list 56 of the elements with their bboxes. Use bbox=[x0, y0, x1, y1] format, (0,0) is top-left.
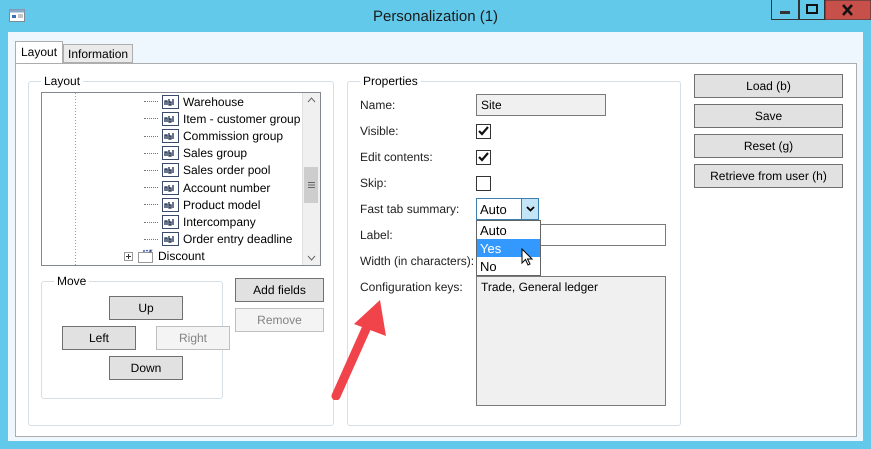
text-field-icon bbox=[162, 146, 179, 160]
field-label: Label: bbox=[360, 227, 394, 244]
field-label: Fast tab summary: bbox=[360, 201, 460, 218]
text-field-icon bbox=[162, 180, 179, 195]
tree-item[interactable]: Commission group bbox=[183, 129, 284, 143]
grip-icon[interactable] bbox=[308, 182, 314, 188]
close-icon[interactable] bbox=[825, 0, 871, 20]
field-label: Edit contents: bbox=[360, 149, 434, 166]
name-field[interactable]: Site bbox=[476, 94, 606, 116]
action-button[interactable]: Load (b) bbox=[694, 74, 843, 98]
mouse-pointer-icon bbox=[521, 248, 533, 266]
maximize-icon[interactable] bbox=[799, 0, 825, 20]
checkbox[interactable] bbox=[476, 150, 491, 164]
text-field-icon bbox=[162, 129, 179, 143]
minimize-icon[interactable] bbox=[771, 0, 799, 20]
field-label: Visible: bbox=[360, 123, 400, 140]
move-up-button[interactable]: Up bbox=[109, 296, 183, 320]
tree-item[interactable]: Sales group bbox=[183, 146, 248, 160]
move-left-button[interactable]: Left bbox=[62, 326, 136, 350]
window-icon bbox=[9, 9, 25, 22]
tree-item[interactable]: Product model bbox=[183, 198, 260, 212]
chevron-down-icon bbox=[526, 206, 534, 212]
tree-item[interactable]: Order entry deadline bbox=[183, 232, 292, 246]
tree-item[interactable]: Account number bbox=[183, 180, 270, 195]
action-button[interactable]: Reset (g) bbox=[694, 134, 843, 158]
tree-item[interactable]: Discount bbox=[158, 249, 205, 264]
text-field-icon bbox=[162, 215, 179, 230]
scrollbar[interactable] bbox=[302, 93, 320, 265]
field-label: Skip: bbox=[360, 175, 388, 192]
tree-item[interactable]: Item - customer group bbox=[183, 112, 300, 126]
field-label: Configuration keys: bbox=[360, 279, 464, 296]
table-group-icon bbox=[137, 249, 154, 264]
tab[interactable]: Layout bbox=[15, 41, 64, 63]
expand-icon[interactable] bbox=[124, 252, 133, 261]
checkbox[interactable] bbox=[476, 176, 491, 190]
action-button[interactable]: Save bbox=[694, 104, 843, 128]
text-field-icon bbox=[162, 112, 179, 126]
field-button[interactable]: Add fields bbox=[235, 278, 324, 302]
tab[interactable]: Information bbox=[63, 44, 134, 63]
move-down-button[interactable]: Down bbox=[109, 356, 183, 380]
tree-item[interactable]: Intercompany bbox=[183, 215, 256, 230]
field-label: Width (in characters): bbox=[360, 253, 476, 270]
tree-item[interactable]: Warehouse bbox=[183, 94, 244, 109]
text-field-icon bbox=[162, 94, 179, 109]
checkbox[interactable] bbox=[476, 124, 491, 138]
text-field-icon bbox=[162, 198, 179, 212]
group-title: Properties bbox=[362, 74, 419, 88]
field-label: Name: bbox=[360, 97, 396, 114]
action-button[interactable]: Retrieve from user (h) bbox=[694, 164, 843, 188]
text-field-icon bbox=[162, 163, 179, 178]
tree-item[interactable]: Sales order pool bbox=[183, 163, 270, 178]
configuration-keys-field: Trade, General ledger bbox=[476, 276, 666, 406]
window-title: Personalization (1) bbox=[372, 8, 498, 24]
group-title: Layout bbox=[43, 74, 82, 88]
text-field-icon bbox=[162, 232, 179, 246]
group-title: Move bbox=[56, 274, 88, 288]
